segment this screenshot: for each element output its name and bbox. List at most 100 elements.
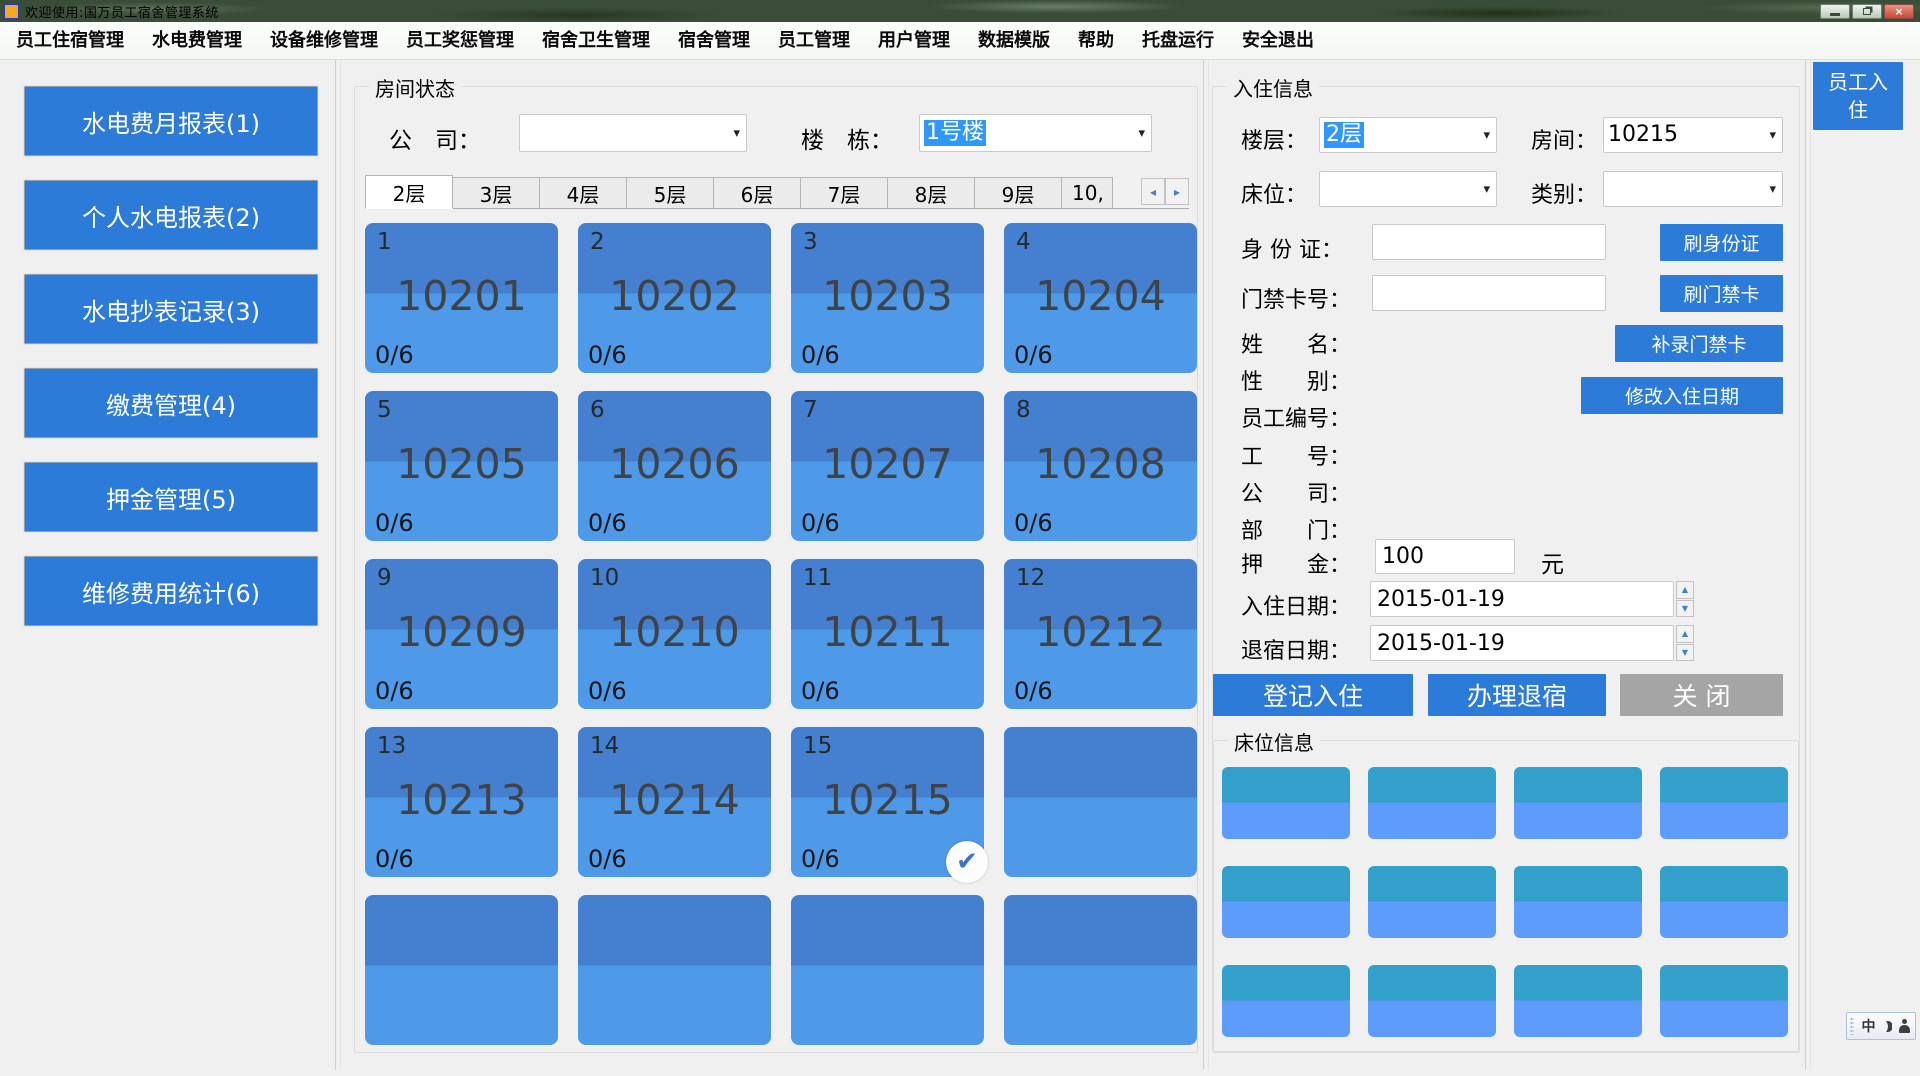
scan-access-card-button[interactable]: 刷门禁卡 <box>1660 275 1783 312</box>
floor-tab[interactable]: 2层 <box>365 175 453 209</box>
floor-tab[interactable]: 7层 <box>800 177 888 208</box>
room-tile[interactable]: ✔ <box>791 895 984 1045</box>
room-tile[interactable]: 12 10212 0/6 ✔ <box>1004 559 1197 709</box>
minimize-button[interactable] <box>1820 4 1850 19</box>
close-button[interactable]: × <box>1884 4 1914 19</box>
process-checkout-button[interactable]: 办理退宿 <box>1428 674 1606 716</box>
access-card-input[interactable] <box>1372 275 1606 311</box>
menu-item[interactable]: 水电费管理 <box>138 22 256 60</box>
sidebar-button[interactable]: 个人水电报表(2) <box>24 180 318 250</box>
room-tile[interactable]: 7 10207 0/6 ✔ <box>791 391 984 541</box>
floor-label: 楼层： <box>1241 123 1307 155</box>
floor-tab[interactable]: 5层 <box>626 177 714 208</box>
chevron-down-icon: ▾ <box>1483 182 1492 197</box>
room-number: 10210 <box>578 608 771 656</box>
bed-tile[interactable] <box>1222 866 1350 938</box>
room-select[interactable]: 10215 ▾ <box>1603 117 1783 153</box>
bed-tile[interactable] <box>1514 767 1642 839</box>
room-tile[interactable]: 8 10208 0/6 ✔ <box>1004 391 1197 541</box>
sidebar-button[interactable]: 维修费用统计(6) <box>24 556 318 626</box>
menu-item[interactable]: 员工奖惩管理 <box>392 22 528 60</box>
half-width-moon-icon[interactable] <box>1882 1021 1892 1032</box>
bed-tile[interactable] <box>1222 965 1350 1037</box>
sidebar-button[interactable]: 缴费管理(4) <box>24 368 318 438</box>
bed-tile[interactable] <box>1660 866 1788 938</box>
menu-item[interactable]: 宿舍卫生管理 <box>528 22 664 60</box>
supplement-access-card-button[interactable]: 补录门禁卡 <box>1615 325 1783 362</box>
sidebar-button[interactable]: 水电抄表记录(3) <box>24 274 318 344</box>
floor-tab[interactable]: 8层 <box>887 177 975 208</box>
room-tile[interactable]: ✔ <box>365 895 558 1045</box>
room-tile[interactable]: 9 10209 0/6 ✔ <box>365 559 558 709</box>
spin-down-icon[interactable]: ▼ <box>1676 644 1694 662</box>
spin-down-icon[interactable]: ▼ <box>1676 600 1694 618</box>
bed-tile[interactable] <box>1514 866 1642 938</box>
tab-scroll-left-icon[interactable]: ◂ <box>1141 178 1165 205</box>
room-tile[interactable]: 5 10205 0/6 ✔ <box>365 391 558 541</box>
type-select[interactable]: ▾ <box>1603 171 1783 207</box>
menu-item[interactable]: 帮助 <box>1064 22 1128 60</box>
bed-select[interactable]: ▾ <box>1319 171 1497 207</box>
room-tile[interactable]: 11 10211 0/6 ✔ <box>791 559 984 709</box>
id-card-input[interactable] <box>1372 224 1606 260</box>
company-select[interactable]: ▾ <box>519 114 747 152</box>
room-number: 10209 <box>365 608 558 656</box>
sidebar-button[interactable]: 押金管理(5) <box>24 462 318 532</box>
deposit-input[interactable] <box>1375 539 1515 574</box>
floor-tab[interactable]: 4层 <box>539 177 627 208</box>
bed-label: 床位： <box>1241 177 1307 209</box>
room-tile[interactable]: 3 10203 0/6 ✔ <box>791 223 984 373</box>
room-index: 14 <box>590 733 619 759</box>
bed-tile[interactable] <box>1660 767 1788 839</box>
spin-up-icon[interactable]: ▲ <box>1676 581 1694 599</box>
building-select[interactable]: 1号楼 ▾ <box>919 114 1152 152</box>
room-tile[interactable]: ✔ <box>1004 895 1197 1045</box>
floor-tab[interactable]: 6层 <box>713 177 801 208</box>
checkin-date-input[interactable] <box>1370 581 1674 617</box>
room-occupancy: 0/6 <box>375 509 414 537</box>
room-tile[interactable]: 13 10213 0/6 ✔ <box>365 727 558 877</box>
drag-handle-icon[interactable] <box>1850 1017 1854 1035</box>
menu-item[interactable]: 设备维修管理 <box>256 22 392 60</box>
tab-scroll-right-icon[interactable]: ▸ <box>1165 178 1189 205</box>
room-tile[interactable]: 1 10201 0/6 ✔ <box>365 223 558 373</box>
department-label: 部 门： <box>1241 513 1351 545</box>
restore-button[interactable] <box>1852 4 1882 19</box>
menu-item[interactable]: 用户管理 <box>864 22 964 60</box>
modify-checkin-date-button[interactable]: 修改入住日期 <box>1581 377 1783 414</box>
employee-checkin-button[interactable]: 员工入住 <box>1813 62 1903 130</box>
bed-tile[interactable] <box>1514 965 1642 1037</box>
room-tile[interactable]: 2 10202 0/6 ✔ <box>578 223 771 373</box>
checkout-date-label: 退宿日期： <box>1241 633 1351 665</box>
close-panel-button[interactable]: 关 闭 <box>1620 674 1783 716</box>
spin-up-icon[interactable]: ▲ <box>1676 625 1694 643</box>
menu-item[interactable]: 安全退出 <box>1228 22 1328 60</box>
bed-tile[interactable] <box>1660 965 1788 1037</box>
bed-tile[interactable] <box>1368 866 1496 938</box>
ime-chinese-icon[interactable]: 中 <box>1861 1016 1875 1036</box>
room-tile[interactable]: 10 10210 0/6 ✔ <box>578 559 771 709</box>
room-tile[interactable]: ✔ <box>1004 727 1197 877</box>
room-tile[interactable]: ✔ <box>578 895 771 1045</box>
room-tile[interactable]: 6 10206 0/6 ✔ <box>578 391 771 541</box>
sidebar-button[interactable]: 水电费月报表(1) <box>24 86 318 156</box>
bed-tile[interactable] <box>1368 767 1496 839</box>
room-tile[interactable]: 15 10215 0/6 ✔ <box>791 727 984 877</box>
ime-user-icon[interactable] <box>1899 1019 1909 1033</box>
scan-id-card-button[interactable]: 刷身份证 <box>1660 224 1783 261</box>
floor-select[interactable]: 2层 ▾ <box>1319 117 1497 153</box>
menu-item[interactable]: 数据模版 <box>964 22 1064 60</box>
menu-item[interactable]: 宿舍管理 <box>664 22 764 60</box>
menu-item[interactable]: 托盘运行 <box>1128 22 1228 60</box>
menu-item[interactable]: 员工管理 <box>764 22 864 60</box>
menu-item[interactable]: 员工住宿管理 <box>2 22 138 60</box>
register-checkin-button[interactable]: 登记入住 <box>1213 674 1413 716</box>
floor-tab[interactable]: 9层 <box>974 177 1062 208</box>
floor-tab[interactable]: 10, <box>1061 177 1113 208</box>
room-tile[interactable]: 4 10204 0/6 ✔ <box>1004 223 1197 373</box>
checkout-date-input[interactable] <box>1370 625 1674 661</box>
bed-tile[interactable] <box>1222 767 1350 839</box>
floor-tab[interactable]: 3层 <box>452 177 540 208</box>
bed-tile[interactable] <box>1368 965 1496 1037</box>
room-tile[interactable]: 14 10214 0/6 ✔ <box>578 727 771 877</box>
